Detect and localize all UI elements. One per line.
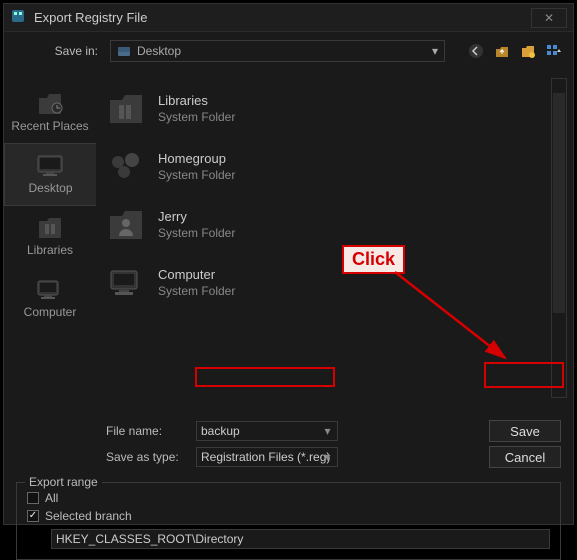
export-range-group: Export range All ✓ Selected branch HKEY_… xyxy=(16,482,561,560)
all-checkbox[interactable] xyxy=(27,492,39,504)
places-label: Recent Places xyxy=(11,120,88,133)
computer-folder-icon xyxy=(106,264,146,300)
regedit-icon xyxy=(10,8,30,27)
homegroup-icon xyxy=(106,148,146,184)
new-folder-icon[interactable] xyxy=(519,42,537,60)
folder-type: System Folder xyxy=(158,284,235,298)
folder-name: Jerry xyxy=(158,209,235,224)
places-computer[interactable]: Computer xyxy=(4,268,96,329)
view-menu-icon[interactable] xyxy=(545,42,563,60)
savetype-combo[interactable]: Registration Files (*.reg) ▾ xyxy=(196,447,338,467)
file-fields: File name: backup ▾ Save Save as type: R… xyxy=(4,412,573,474)
up-one-level-icon[interactable] xyxy=(493,42,511,60)
folder-type: System Folder xyxy=(158,110,235,124)
libraries-folder-icon xyxy=(106,90,146,126)
places-bar: Recent Places Desktop Libraries Computer xyxy=(4,72,96,412)
export-range-legend: Export range xyxy=(25,475,102,489)
titlebar: Export Registry File ✕ xyxy=(4,4,573,32)
list-item[interactable]: Homegroup System Folder xyxy=(106,140,543,198)
scrollbar[interactable] xyxy=(551,78,567,398)
cancel-button[interactable]: Cancel xyxy=(489,446,561,468)
back-icon[interactable] xyxy=(467,42,485,60)
filename-label: File name: xyxy=(106,424,186,438)
all-label: All xyxy=(45,491,58,505)
folder-name: Homegroup xyxy=(158,151,235,166)
recent-places-icon xyxy=(35,90,65,116)
places-label: Libraries xyxy=(27,244,73,257)
branch-value: HKEY_CLASSES_ROOT\Directory xyxy=(56,532,243,546)
selected-branch-label: Selected branch xyxy=(45,509,132,523)
places-label: Desktop xyxy=(28,182,72,195)
filename-input[interactable]: backup ▾ xyxy=(196,421,338,441)
user-folder-icon xyxy=(106,206,146,242)
save-in-value: Desktop xyxy=(137,44,181,58)
desktop-icon xyxy=(36,152,66,178)
folder-name: Libraries xyxy=(158,93,235,108)
save-in-combo[interactable]: Desktop ▾ xyxy=(110,40,445,62)
places-recent[interactable]: Recent Places xyxy=(4,82,96,143)
places-label: Computer xyxy=(24,306,77,319)
file-list[interactable]: Libraries System Folder Homegroup System F… xyxy=(96,72,573,412)
folder-name: Computer xyxy=(158,267,235,282)
chevron-down-icon: ▾ xyxy=(324,424,330,438)
filename-value: backup xyxy=(201,424,240,438)
window-title: Export Registry File xyxy=(30,10,531,25)
export-dialog: Export Registry File ✕ Save in: Desktop … xyxy=(3,3,574,525)
computer-icon xyxy=(35,276,65,302)
savetype-label: Save as type: xyxy=(106,450,186,464)
places-libraries[interactable]: Libraries xyxy=(4,206,96,267)
scrollbar-thumb[interactable] xyxy=(553,93,565,313)
list-item[interactable]: Computer System Folder xyxy=(106,256,543,314)
chevron-down-icon: ▾ xyxy=(432,44,438,58)
folder-type: System Folder xyxy=(158,168,235,182)
libraries-icon xyxy=(35,214,65,240)
save-in-row: Save in: Desktop ▾ xyxy=(4,32,573,72)
close-button[interactable]: ✕ xyxy=(531,8,567,28)
selected-branch-checkbox[interactable]: ✓ xyxy=(27,510,39,522)
save-in-label: Save in: xyxy=(14,44,104,58)
list-item[interactable]: Libraries System Folder xyxy=(106,82,543,140)
chevron-down-icon: ▾ xyxy=(324,450,330,464)
list-item[interactable]: Jerry System Folder xyxy=(106,198,543,256)
places-desktop[interactable]: Desktop xyxy=(4,143,96,206)
folder-type: System Folder xyxy=(158,226,235,240)
savetype-value: Registration Files (*.reg) xyxy=(201,450,330,464)
save-button[interactable]: Save xyxy=(489,420,561,442)
branch-input[interactable]: HKEY_CLASSES_ROOT\Directory xyxy=(51,529,550,549)
dialog-body: Recent Places Desktop Libraries Computer… xyxy=(4,72,573,412)
